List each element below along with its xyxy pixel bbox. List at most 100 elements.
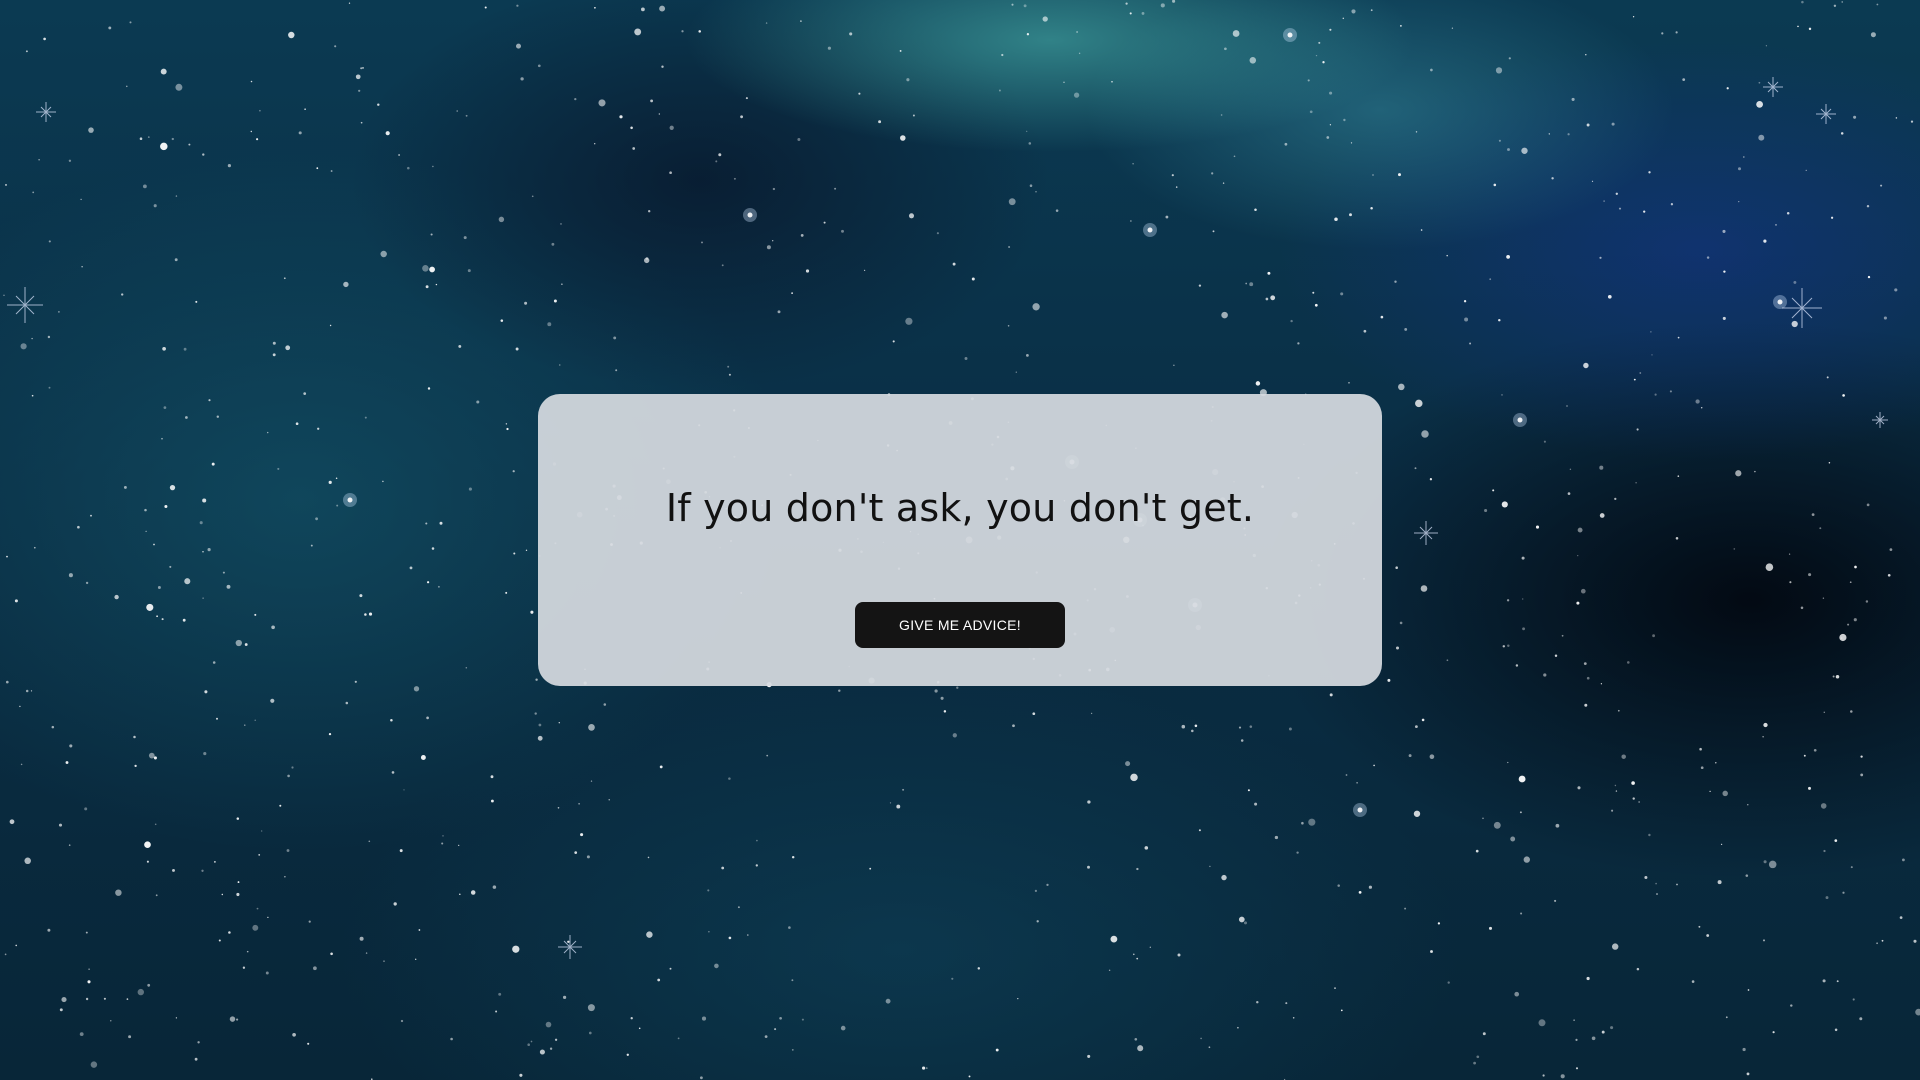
star (1833, 4, 1837, 7)
star (737, 906, 740, 909)
star (5, 680, 9, 684)
star (1270, 295, 1276, 301)
star (1676, 883, 1678, 886)
star (1314, 303, 1318, 307)
star (791, 1048, 794, 1051)
star (1631, 781, 1635, 785)
star (1618, 207, 1622, 210)
star (1463, 300, 1467, 303)
star (202, 153, 205, 156)
star (952, 262, 956, 266)
star (1788, 553, 1791, 555)
star (1301, 821, 1304, 825)
star (85, 997, 89, 1001)
star (85, 581, 89, 585)
star (1134, 1037, 1138, 1041)
star (1543, 673, 1547, 677)
star (285, 345, 291, 351)
star (1141, 11, 1145, 15)
give-advice-button[interactable]: GIVE ME ADVICE! (855, 602, 1065, 648)
star (1584, 703, 1588, 707)
star (1198, 284, 1202, 287)
star (1746, 1072, 1750, 1076)
star (467, 269, 471, 273)
star (779, 1016, 782, 1020)
star (1256, 1000, 1259, 1004)
star (549, 1047, 553, 1050)
star (1745, 874, 1749, 877)
star (1786, 211, 1790, 215)
star (1887, 573, 1891, 577)
star (88, 127, 94, 133)
star (156, 615, 158, 618)
star (216, 717, 218, 720)
star (1586, 976, 1590, 981)
star (1469, 342, 1472, 345)
star (1267, 271, 1271, 275)
star (1017, 997, 1019, 1000)
star (182, 618, 186, 622)
star (922, 1066, 926, 1070)
star (9, 819, 15, 825)
glow-star-core (1357, 807, 1363, 813)
star (288, 31, 295, 39)
star (1576, 601, 1580, 605)
star (439, 521, 443, 525)
star (1026, 354, 1029, 357)
star (1243, 921, 1248, 925)
star (1400, 25, 1402, 27)
star (426, 581, 430, 584)
star (1482, 817, 1484, 820)
star (1910, 120, 1914, 123)
star (545, 1021, 552, 1028)
star (774, 1028, 777, 1031)
star (211, 462, 215, 466)
star (1008, 245, 1011, 249)
star (115, 889, 122, 896)
star (800, 20, 802, 22)
star (1633, 378, 1636, 381)
star (1762, 939, 1766, 942)
star (1840, 132, 1844, 135)
star (1742, 1047, 1746, 1052)
star (51, 725, 55, 729)
star (162, 346, 166, 351)
star (537, 735, 543, 741)
star (1290, 319, 1293, 323)
star (1850, 866, 1853, 869)
star (1415, 399, 1423, 408)
star (431, 547, 435, 550)
star (47, 335, 51, 339)
star (838, 689, 841, 692)
star (977, 967, 981, 970)
star (1023, 4, 1027, 8)
star (155, 894, 158, 897)
star (755, 864, 758, 867)
star (1394, 280, 1397, 283)
star (500, 319, 504, 322)
star (68, 573, 73, 578)
star (385, 131, 390, 136)
glow-star-core (1517, 417, 1523, 423)
star (235, 639, 242, 647)
star (1762, 736, 1764, 738)
star (766, 245, 771, 250)
star (203, 752, 207, 756)
star (1561, 634, 1564, 637)
star (530, 610, 534, 614)
star (1722, 316, 1726, 320)
star (330, 952, 333, 956)
star (15, 944, 18, 947)
star (1747, 989, 1750, 991)
star (707, 889, 710, 892)
star (418, 929, 421, 931)
star (1566, 405, 1568, 407)
star (259, 109, 261, 112)
star (1738, 200, 1740, 203)
star (298, 131, 302, 135)
star (88, 968, 90, 970)
star (777, 310, 781, 314)
star (175, 1017, 178, 1019)
star (632, 147, 636, 150)
star (359, 936, 364, 941)
